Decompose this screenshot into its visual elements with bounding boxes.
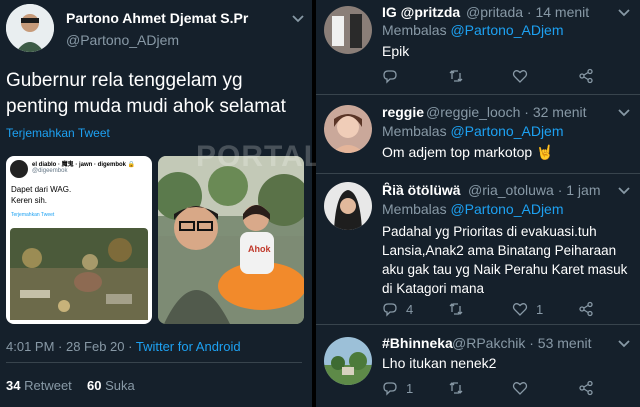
embedded-author: el diablo · 魔鬼 · jawn · digembok 🔒 [32,162,136,168]
chevron-down-icon[interactable] [616,335,632,351]
reply-item[interactable]: IG @pritzda @pritada · 14 menit Membalas… [316,0,640,94]
reply-handle[interactable]: @ria_otoluwa [468,182,554,198]
reply-icon[interactable] [382,380,398,396]
media-image-left[interactable]: el diablo · 魔鬼 · jawn · digembok 🔒 @dige… [6,156,152,324]
reply-text-line: Padahal yg Prioritas di evakuasi.tuh [382,224,597,239]
divider [6,362,302,363]
author-name[interactable]: Partono Ahmet Djemat S.Pr [66,10,248,26]
reply-item[interactable]: #Bhinneka @RPakchik · 53 menit Lho ituka… [316,325,640,407]
chevron-down-icon[interactable] [616,182,632,198]
retweet-count[interactable]: 34 [6,378,20,393]
tweet-stats: 34 Retweet 60 Suka [6,378,135,393]
reply-text: Om adjem top markotop 🤘 [382,144,554,160]
reply-name[interactable]: reggie [382,104,424,120]
like-icon[interactable] [512,301,528,317]
reply-time: · 14 menit [526,4,590,20]
main-tweet-panel: Partono Ahmet Djemat S.Pr @Partono_ADjem… [0,0,314,407]
reply-handle-time: @RPakchik · 53 menit [452,335,591,351]
reply-count: 1 [406,381,414,396]
reply-text: Padahal yg Prioritas di evakuasi.tuh Lan… [382,222,627,298]
reply-time: · 1 jam [557,182,601,198]
reply-time: · 32 menit [524,104,587,120]
replying-to: Membalas @Partono_ADjem [382,201,564,217]
reply-name[interactable]: Ȓiȁ ötölüwä [382,182,461,198]
reply-handle[interactable]: @RPakchik [452,335,525,351]
replying-handle[interactable]: @Partono_ADjem [450,22,563,38]
reply-text-line: Lansia,Anak2 ama Binatang Peiharaan [382,243,617,258]
replying-to-label: Membalas [382,22,451,38]
tweet-meta: 4:01 PM · 28 Feb 20 · Twitter for Androi… [6,339,241,354]
reply-item[interactable]: Ȓiȁ ötölüwä @ria_otoluwa · 1 jam Membala… [316,174,640,324]
like-label[interactable]: Suka [105,378,135,393]
retweet-label[interactable]: Retweet [24,378,72,393]
reply-handle[interactable]: @reggie_looch [426,104,520,120]
embedded-text-line: Keren sih. [11,196,48,205]
reply-avatar[interactable] [324,6,372,54]
share-icon[interactable] [578,380,594,396]
replying-to-label: Membalas [382,123,451,139]
reply-name[interactable]: IG @pritzda [382,4,460,20]
reply-handle-time: @ria_otoluwa · 1 jam [468,182,601,198]
reply-item[interactable]: reggie @reggie_looch · 32 menit Membalas… [316,95,640,173]
reply-text-line: di Katagori mana [382,281,485,296]
retweet-icon[interactable] [448,301,464,317]
tweet-text-line: Gubernur rela tenggelam yg [6,70,243,91]
author-avatar[interactable] [6,4,54,52]
replying-to: Membalas @Partono_ADjem [382,22,564,38]
author-handle[interactable]: @Partono_ADjem [66,32,179,48]
reply-handle[interactable]: @pritada [466,4,523,20]
reply-avatar[interactable] [324,337,372,385]
reply-text: Lho itukan nenek2 [382,355,497,371]
replies-panel: IG @pritzda @pritada · 14 menit Membalas… [316,0,640,407]
chevron-down-icon[interactable] [290,10,306,26]
embedded-text-line: Dapet dari WAG. [11,185,72,194]
like-count[interactable]: 60 [87,378,101,393]
like-icon[interactable] [512,380,528,396]
share-icon[interactable] [578,68,594,84]
flood-photo [10,228,148,320]
retweet-icon[interactable] [448,380,464,396]
chevron-down-icon[interactable] [616,4,632,20]
shirt-text: Ahok [248,244,271,254]
embedded-handle: @digeembok [32,168,68,174]
reply-handle-time: @pritada · 14 menit [466,4,589,20]
chevron-down-icon[interactable] [616,104,632,120]
reply-name[interactable]: #Bhinneka [382,335,453,351]
tweet-text-line: penting muda mudi ahok selamat [6,96,286,117]
reply-icon[interactable] [382,301,398,317]
translate-tweet-link[interactable]: Terjemahkan Tweet [6,126,110,140]
tweet-timestamp[interactable]: 4:01 PM · 28 Feb 20 · [6,339,136,354]
reply-text: Epik [382,43,410,59]
embedded-translate: Terjemahkan Tweet [11,212,55,218]
reply-text-line: aku gak tau yg Naik Perahu Karet masuk [382,262,628,277]
retweet-icon[interactable] [448,68,464,84]
reply-time: · 53 menit [529,335,592,351]
reply-avatar[interactable] [324,182,372,230]
media-image-right[interactable]: Ahok [158,156,304,324]
reply-icon[interactable] [382,68,398,84]
embedded-avatar [10,160,28,178]
like-icon[interactable] [512,68,528,84]
reply-count: 4 [406,302,414,317]
reply-handle-time: @reggie_looch · 32 menit [426,104,587,120]
tweet-client[interactable]: Twitter for Android [136,339,241,354]
replying-to: Membalas @Partono_ADjem [382,123,564,139]
reply-avatar[interactable] [324,105,372,153]
replying-handle[interactable]: @Partono_ADjem [450,123,563,139]
share-icon[interactable] [578,301,594,317]
like-count: 1 [536,302,544,317]
tweet-text: Gubernur rela tenggelam yg penting muda … [6,68,286,120]
replying-to-label: Membalas [382,201,451,217]
replying-handle[interactable]: @Partono_ADjem [450,201,563,217]
